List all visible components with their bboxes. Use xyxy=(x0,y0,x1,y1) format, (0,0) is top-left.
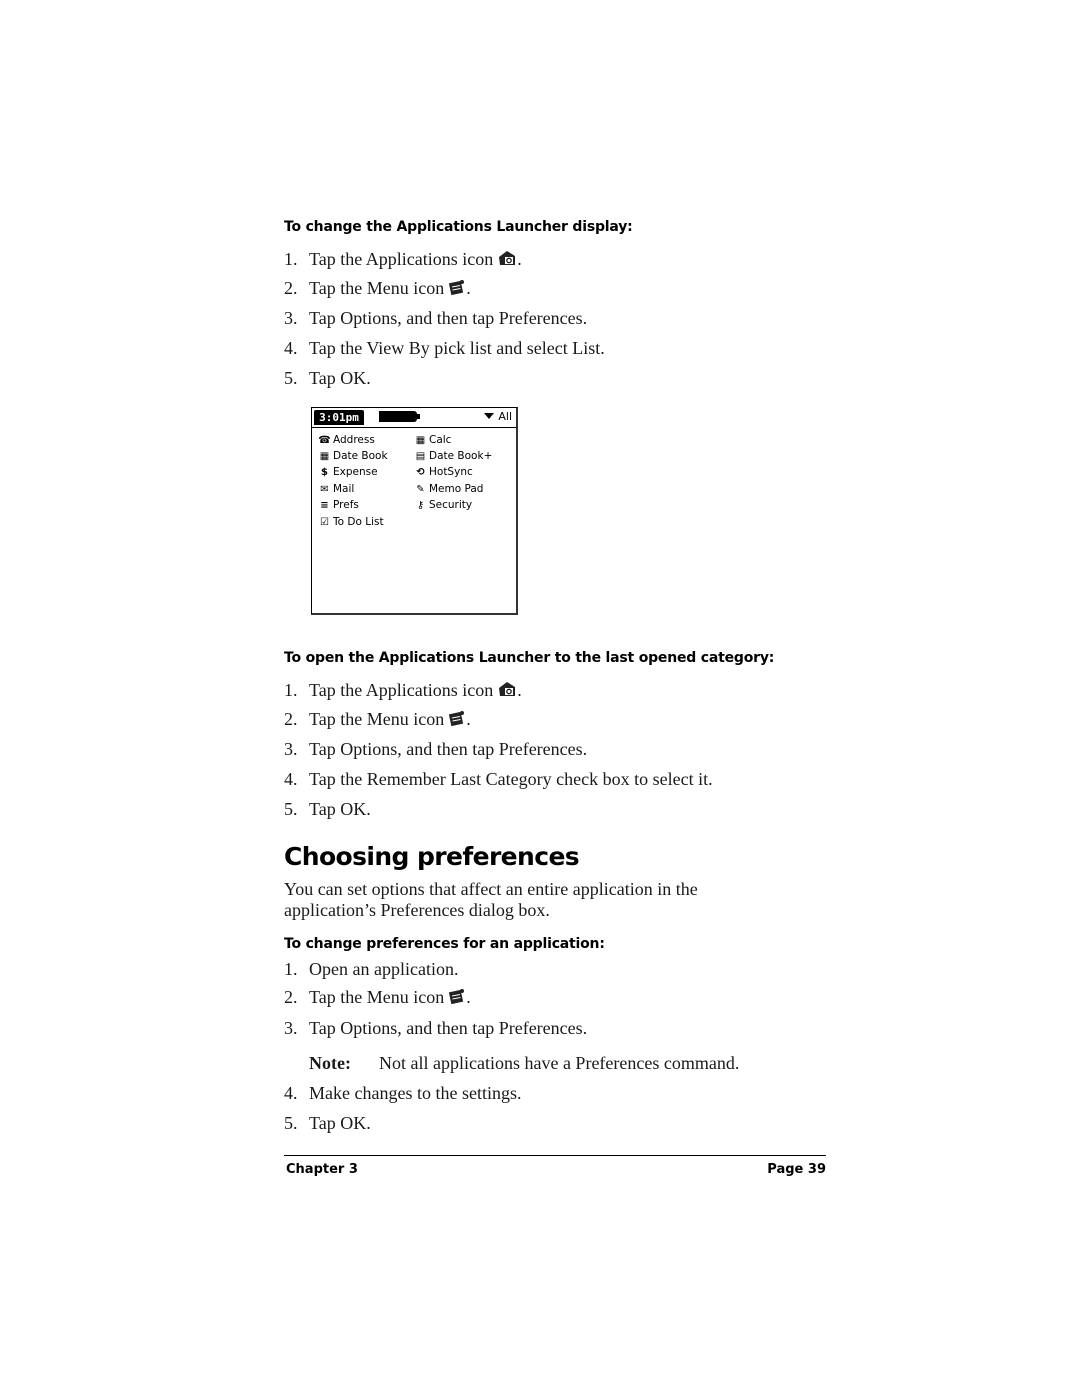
step-1: 1. Tap the Applications icon. xyxy=(284,249,522,272)
step-text: Tap OK. xyxy=(309,368,371,388)
step-text: Tap the Menu icon xyxy=(309,709,445,729)
menu-icon xyxy=(448,278,466,301)
step-5: 5. Tap OK. xyxy=(284,368,371,389)
step-text: Tap the Applications icon xyxy=(309,680,494,700)
step-number: 4. xyxy=(284,338,298,358)
footer-page-number: Page 39 xyxy=(767,1162,826,1177)
step-number: 2. xyxy=(284,278,298,298)
step-text: Tap the View By pick list and select Lis… xyxy=(309,338,605,358)
step-number: 3. xyxy=(284,308,298,328)
step-3: 3. Tap Options, and then tap Preferences. xyxy=(284,1018,587,1039)
step-5: 5. Tap OK. xyxy=(284,1113,371,1134)
battery-icon xyxy=(379,411,417,422)
app-hotsync[interactable]: ⟲ HotSync xyxy=(412,464,472,480)
section-heading-launcher-display: To change the Applications Launcher disp… xyxy=(284,219,633,235)
step-number: 1. xyxy=(284,249,298,269)
step-text: Tap the Menu icon xyxy=(309,987,445,1007)
note-label: Note: xyxy=(309,1053,351,1073)
applications-icon xyxy=(497,680,517,703)
step-1: 1. Open an application. xyxy=(284,959,458,980)
step-number: 1. xyxy=(284,680,298,700)
app-mail[interactable]: ✉ Mail xyxy=(316,481,354,497)
app-date-book-plus[interactable]: ▤ Date Book+ xyxy=(412,448,493,464)
clock-tab: 3:01pm xyxy=(314,410,364,425)
step-number: 2. xyxy=(284,987,298,1007)
step-number: 1. xyxy=(284,959,298,979)
step-text: Tap Options, and then tap Preferences. xyxy=(309,308,588,328)
menu-icon xyxy=(448,987,466,1010)
step-4: 4. Tap the Remember Last Category check b… xyxy=(284,769,713,790)
dropdown-arrow-icon xyxy=(484,413,495,419)
datebook-plus-icon: ▤ xyxy=(415,451,426,462)
step-number: 5. xyxy=(284,368,298,388)
app-expense[interactable]: $ Expense xyxy=(316,464,378,480)
menu-icon xyxy=(448,709,466,732)
step-number: 3. xyxy=(284,739,298,759)
calculator-icon: ▦ xyxy=(415,435,426,446)
step-text: Tap Options, and then tap Preferences. xyxy=(309,739,588,759)
memo-icon: ✎ xyxy=(416,484,425,495)
step-number: 3. xyxy=(284,1018,298,1038)
phone-icon: ☎ xyxy=(318,435,331,446)
app-date-book[interactable]: ▦ Date Book xyxy=(316,448,388,464)
applications-icon xyxy=(497,249,517,272)
key-icon: ⚷ xyxy=(416,500,425,511)
section-heading-last-category: To open the Applications Launcher to the… xyxy=(284,650,775,666)
prefs-icon: ≡ xyxy=(320,500,329,511)
step-4: 4. Make changes to the settings. xyxy=(284,1083,521,1104)
app-calc[interactable]: ▦ Calc xyxy=(412,432,452,448)
note: Note: Not all applications have a Prefere… xyxy=(309,1053,739,1074)
footer-chapter: Chapter 3 xyxy=(286,1162,358,1177)
note-text: Not all applications have a Preferences … xyxy=(379,1053,740,1073)
launcher-screenshot: 3:01pm All ☎ Address ▦ Date Book $ Expense … xyxy=(311,407,518,615)
step-number: 2. xyxy=(284,709,298,729)
step-1: 1. Tap the Applications icon. xyxy=(284,680,522,703)
app-memo-pad[interactable]: ✎ Memo Pad xyxy=(412,481,483,497)
dollar-icon: $ xyxy=(321,467,328,478)
app-address[interactable]: ☎ Address xyxy=(316,432,375,448)
step-number: 5. xyxy=(284,1113,298,1133)
step-number: 4. xyxy=(284,1083,298,1103)
checkbox-icon: ☑ xyxy=(320,517,329,528)
step-text: Tap Options, and then tap Preferences. xyxy=(309,1018,588,1038)
step-text: Tap OK. xyxy=(309,799,371,819)
app-prefs[interactable]: ≡ Prefs xyxy=(316,497,359,513)
step-number: 4. xyxy=(284,769,298,789)
section-heading-app-preferences: To change preferences for an application… xyxy=(284,936,605,952)
section-title: Choosing preferences xyxy=(284,842,580,871)
step-text: Open an application. xyxy=(309,959,459,979)
step-5: 5. Tap OK. xyxy=(284,799,371,820)
step-3: 3. Tap Options, and then tap Preferences. xyxy=(284,308,587,329)
step-4: 4. Tap the View By pick list and select L… xyxy=(284,338,605,359)
step-text: Tap OK. xyxy=(309,1113,371,1133)
step-2: 2. Tap the Menu icon. xyxy=(284,709,471,732)
mail-icon: ✉ xyxy=(320,484,329,495)
footer-divider xyxy=(284,1155,826,1156)
step-text: Tap the Menu icon xyxy=(309,278,445,298)
app-to-do-list[interactable]: ☑ To Do List xyxy=(316,514,384,530)
section-intro: You can set options that affect an entir… xyxy=(284,879,698,920)
hotsync-icon: ⟲ xyxy=(416,467,425,478)
step-text: Tap the Applications icon xyxy=(309,249,494,269)
step-2: 2. Tap the Menu icon. xyxy=(284,278,471,301)
step-number: 5. xyxy=(284,799,298,819)
step-text: Tap the Remember Last Category check box… xyxy=(309,769,713,789)
step-text: Make changes to the settings. xyxy=(309,1083,522,1103)
datebook-icon: ▦ xyxy=(319,451,330,462)
category-picker[interactable]: All xyxy=(484,410,512,423)
app-security[interactable]: ⚷ Security xyxy=(412,497,472,513)
step-3: 3. Tap Options, and then tap Preferences. xyxy=(284,739,587,760)
battery-tip xyxy=(417,414,420,419)
step-2: 2. Tap the Menu icon. xyxy=(284,987,471,1010)
launcher-title-bar: 3:01pm All xyxy=(312,408,516,428)
